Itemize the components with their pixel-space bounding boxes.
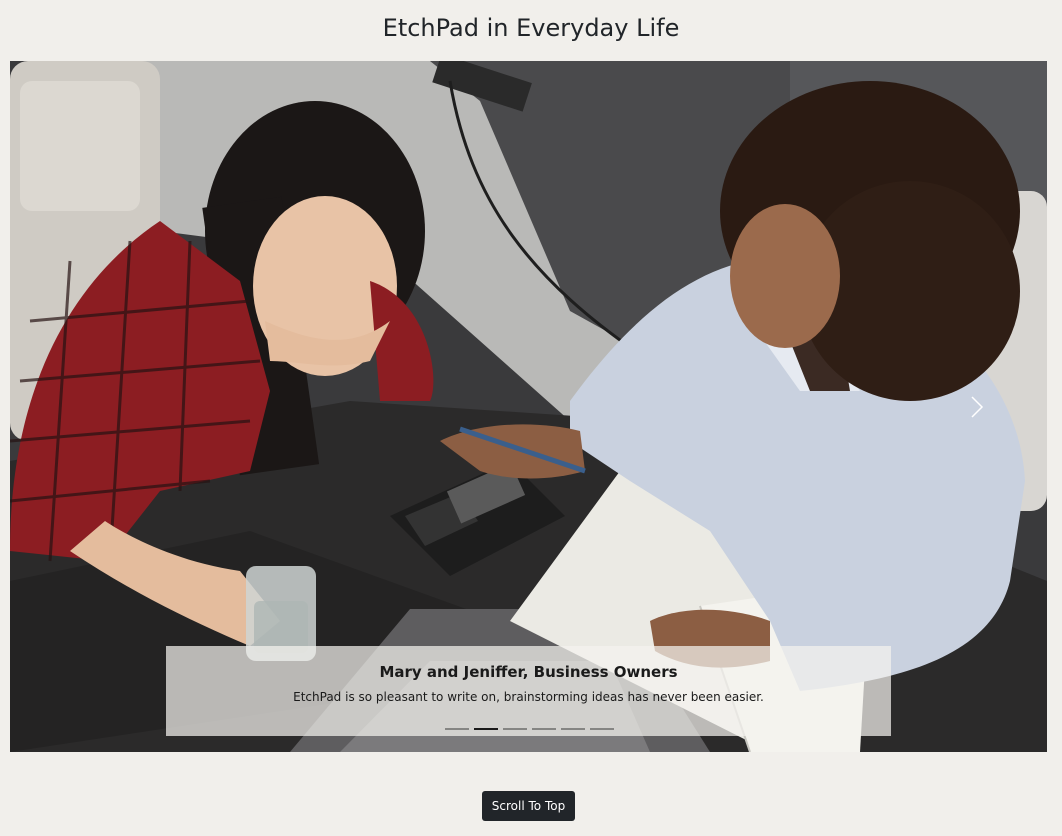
carousel-caption: Mary and Jeniffer, Business Owners EtchP… — [166, 646, 891, 736]
page-title: EtchPad in Everyday Life — [382, 14, 680, 42]
chevron-right-icon — [971, 395, 984, 418]
carousel-next-control[interactable] — [927, 61, 1047, 752]
carousel-indicator-active[interactable] — [474, 728, 498, 730]
carousel-indicators — [445, 728, 614, 730]
carousel-indicator[interactable] — [445, 728, 469, 730]
carousel-indicator[interactable] — [503, 728, 527, 730]
carousel-indicator[interactable] — [590, 728, 614, 730]
carousel-indicator[interactable] — [532, 728, 556, 730]
carousel-prev-control[interactable] — [10, 61, 130, 752]
scroll-to-top-button[interactable]: Scroll To Top — [482, 791, 575, 821]
caption-text: EtchPad is so pleasant to write on, brai… — [293, 690, 764, 704]
carousel-indicator[interactable] — [561, 728, 585, 730]
caption-title: Mary and Jeniffer, Business Owners — [379, 663, 678, 681]
carousel: Mary and Jeniffer, Business Owners EtchP… — [10, 61, 1047, 752]
